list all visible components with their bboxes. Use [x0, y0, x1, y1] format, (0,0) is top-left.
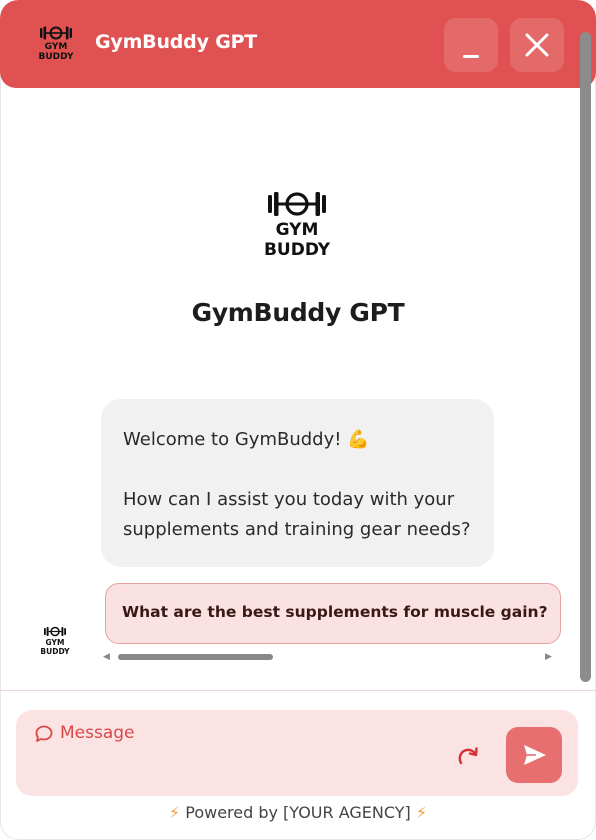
logo-text-gym: GYM [46, 638, 65, 647]
send-icon [524, 745, 546, 765]
dumbbell-icon [268, 192, 326, 216]
logo-text-gym: GYM [45, 42, 68, 52]
suggested-question-button[interactable]: What are the best supplements for muscle… [105, 583, 561, 644]
logo-text-buddy: BUDDY [40, 647, 70, 656]
dumbbell-icon [44, 626, 66, 637]
chat-bubble-icon [35, 725, 53, 742]
vertical-scrollbar-thumb[interactable] [580, 32, 591, 682]
bolt-icon: ⚡ [415, 803, 428, 822]
close-icon [525, 33, 549, 57]
logo-text-gym: GYM [276, 220, 319, 240]
bot-message-line: Welcome to GymBuddy! 💪 [123, 429, 370, 450]
header-title: GymBuddy GPT [95, 31, 258, 53]
intro-logo: GYM BUDDY [264, 192, 331, 258]
close-button[interactable] [510, 18, 564, 72]
scroll-left-arrow-icon[interactable]: ◀ [103, 652, 110, 662]
horizontal-scrollbar-thumb[interactable] [118, 654, 273, 660]
bot-message-line: supplements and training gear needs? [123, 519, 471, 540]
divider [0, 690, 596, 691]
dumbbell-icon [40, 26, 72, 40]
minimize-icon [463, 55, 479, 58]
bolt-icon: ⚡ [168, 803, 181, 822]
intro-title: GymBuddy GPT [191, 298, 405, 327]
send-button[interactable] [506, 727, 562, 783]
bot-message-line: How can I assist you today with your [123, 489, 455, 510]
chat-widget: GYM BUDDY GymBuddy GPT GYM BUDDY GymBudd… [0, 0, 596, 840]
minimize-button[interactable] [444, 18, 498, 72]
logo-text-buddy: BUDDY [39, 52, 74, 62]
refresh-icon[interactable] [455, 743, 481, 769]
powered-by-text[interactable]: Powered by [YOUR AGENCY] [185, 803, 411, 822]
bot-avatar: GYM BUDDY [40, 626, 70, 656]
scroll-right-arrow-icon[interactable]: ▶ [545, 652, 552, 662]
bot-message-bubble: Welcome to GymBuddy! 💪 How can I assist … [101, 399, 494, 567]
message-input-placeholder[interactable]: Message [60, 723, 135, 743]
powered-by-footer: ⚡ Powered by [YOUR AGENCY] ⚡ [0, 803, 596, 822]
header-logo: GYM BUDDY [39, 26, 74, 62]
chat-header: GYM BUDDY GymBuddy GPT [0, 0, 596, 88]
logo-text-buddy: BUDDY [264, 240, 331, 258]
